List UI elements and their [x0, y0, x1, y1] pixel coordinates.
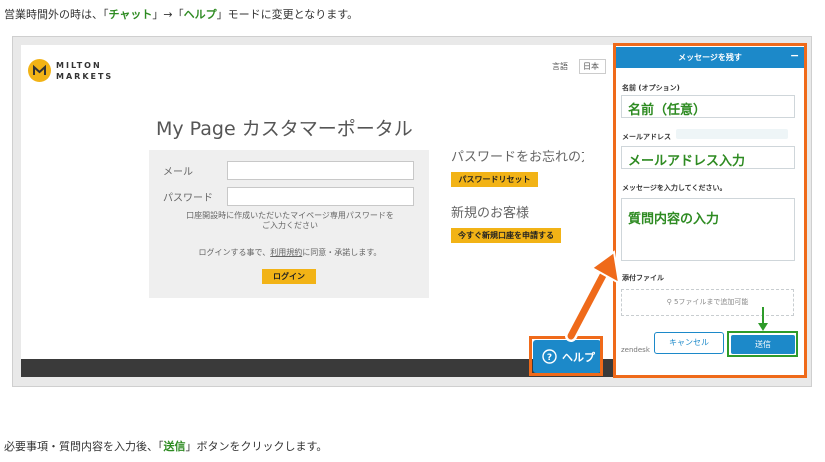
send-emphasis: 送信: [163, 440, 186, 453]
annotation-arrows: [565, 250, 768, 342]
orange-arrow-icon: [565, 250, 621, 342]
instruction-bottom: 必要事項・質問内容を入力後、「送信」ボタンをクリックします。: [4, 440, 328, 453]
green-arrow-icon: [758, 307, 768, 331]
